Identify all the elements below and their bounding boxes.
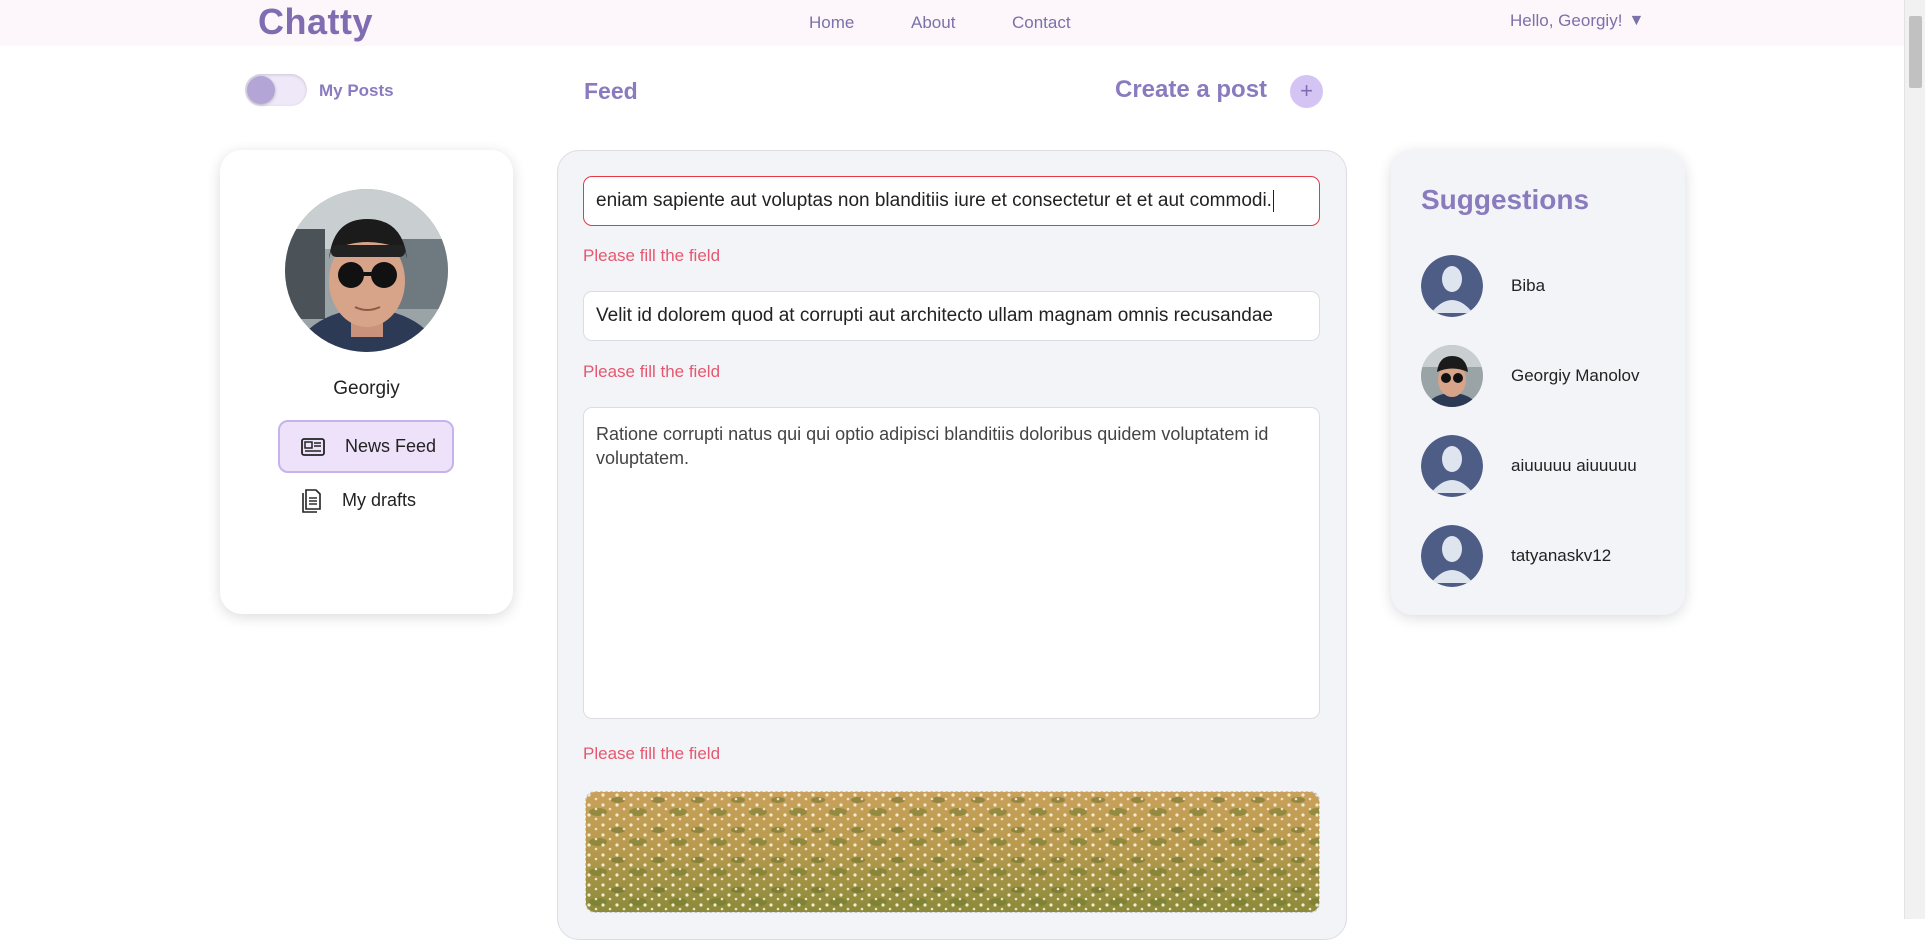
- title-error-message: Please fill the field: [583, 246, 721, 265]
- sidebar-item-label: My drafts: [342, 489, 417, 510]
- greeting-text: Hello, Georgiy!: [1510, 11, 1623, 30]
- description-error-message: Please fill the field: [583, 362, 721, 381]
- post-title-value: eniam sapiente aut voluptas non blanditi…: [596, 190, 1272, 211]
- chatty-logo[interactable]: Chatty: [258, 2, 373, 42]
- user-photo-illustration: [285, 189, 448, 352]
- content-error-message: Please fill the field: [583, 744, 721, 763]
- page-scrollbar[interactable]: [1904, 0, 1925, 919]
- toggle-knob: [247, 76, 275, 104]
- suggestions-panel: Suggestions Biba Georgiy Manolov aiuuuuu…: [1391, 150, 1685, 615]
- user-photo-avatar: [1421, 345, 1483, 407]
- post-content-value: Ratione corrupti natus qui qui optio adi…: [596, 424, 1269, 468]
- post-image-preview[interactable]: [585, 791, 1320, 913]
- default-avatar-icon: [1421, 525, 1483, 587]
- default-avatar-icon: [1421, 435, 1483, 497]
- suggestion-user-name: Biba: [1511, 276, 1546, 295]
- sidebar-item-my-drafts[interactable]: My drafts: [298, 485, 416, 515]
- my-posts-label: My Posts: [319, 81, 394, 100]
- nav-contact-link[interactable]: Contact: [1012, 13, 1071, 33]
- top-navigation-bar: Chatty Home About Contact Hello, Georgiy…: [0, 0, 1904, 46]
- nav-home-link[interactable]: Home: [809, 13, 854, 33]
- suggestion-user[interactable]: aiuuuuu aiuuuuu: [1421, 435, 1637, 497]
- post-title-input[interactable]: eniam sapiente aut voluptas non blanditi…: [583, 176, 1320, 226]
- profile-name: Georgiy: [333, 378, 400, 399]
- post-content-textarea[interactable]: Ratione corrupti natus qui qui optio adi…: [583, 407, 1320, 719]
- suggestion-user[interactable]: Georgiy Manolov: [1421, 345, 1640, 407]
- flower-field-image: [586, 792, 1319, 912]
- profile-card: Georgiy News Feed My drafts: [220, 150, 513, 614]
- user-menu-dropdown[interactable]: Hello, Georgiy! ▼: [1510, 11, 1644, 31]
- feed-title: Feed: [584, 78, 638, 104]
- create-post-label[interactable]: Create a post: [1115, 76, 1267, 104]
- nav-about-link[interactable]: About: [911, 13, 955, 33]
- post-description-value: Velit id dolorem quod at corrupti aut ar…: [596, 305, 1273, 326]
- document-icon: [298, 487, 324, 513]
- scrollbar-thumb[interactable]: [1909, 16, 1922, 88]
- suggestion-user-name: Georgiy Manolov: [1511, 366, 1640, 385]
- sidebar-item-label: News Feed: [345, 436, 437, 456]
- my-posts-toggle[interactable]: [245, 74, 307, 106]
- caret-down-icon: ▼: [1628, 12, 1645, 29]
- profile-avatar: [285, 189, 448, 352]
- post-description-input[interactable]: Velit id dolorem quod at corrupti aut ar…: [583, 291, 1320, 341]
- suggestions-title: Suggestions: [1421, 184, 1590, 215]
- suggestion-user-name: tatyanaskv12: [1511, 546, 1612, 565]
- suggestion-user[interactable]: Biba: [1421, 255, 1545, 317]
- create-post-form: eniam sapiente aut voluptas non blanditi…: [557, 150, 1347, 940]
- sidebar-item-news-feed[interactable]: News Feed: [278, 420, 454, 473]
- suggestion-user-name: aiuuuuu aiuuuuu: [1511, 456, 1637, 475]
- create-post-plus-button[interactable]: +: [1290, 75, 1323, 108]
- newspaper-icon: [300, 434, 326, 460]
- suggestion-user[interactable]: tatyanaskv12: [1421, 525, 1611, 587]
- text-cursor: [1272, 190, 1274, 212]
- default-avatar-icon: [1421, 255, 1483, 317]
